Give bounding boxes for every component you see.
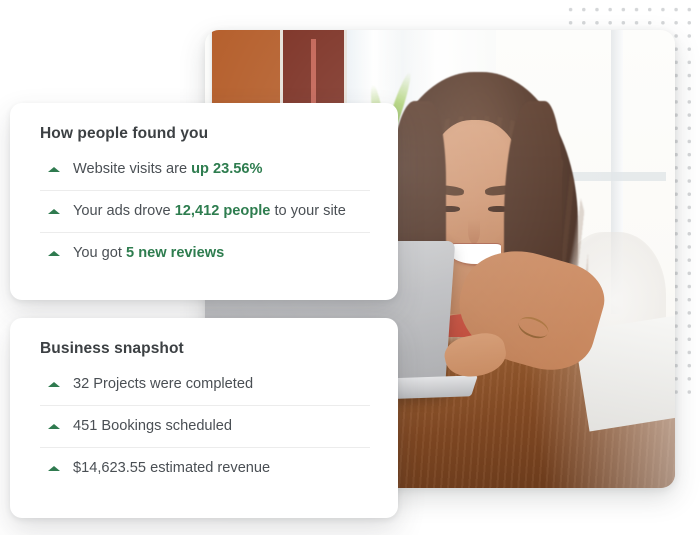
stat-row[interactable]: $14,623.55 estimated revenue — [40, 448, 370, 489]
stat-highlight: up 23.56% — [191, 161, 263, 177]
screenshot-root: How people found you Website visits are … — [0, 0, 700, 535]
card-body: Business snapshot 32 Projects were compl… — [10, 318, 398, 489]
stat-prefix: Website visits are — [73, 161, 192, 177]
stat-row[interactable]: You got 5 new reviews — [40, 233, 370, 274]
stat-prefix: Your ads drove — [73, 202, 175, 219]
card-how-people-found-you: How people found you Website visits are … — [10, 103, 398, 300]
stat-row-text: 451 Bookings scheduled — [73, 417, 232, 436]
stat-highlight: 12,412 people — [174, 202, 271, 219]
stat-row-text: $14,623.55 estimated revenue — [73, 459, 270, 478]
caret-up-icon — [48, 247, 61, 260]
stat-row[interactable]: Website visits are up 23.56% — [40, 149, 370, 191]
card-body: How people found you Website visits are … — [10, 103, 398, 274]
stat-row[interactable]: 32 Projects were completed — [40, 364, 370, 406]
stat-row-text: Website visits are up 23.56% — [73, 160, 263, 179]
card-title: How people found you — [40, 125, 209, 142]
stat-row[interactable]: 451 Bookings scheduled — [40, 406, 370, 448]
stat-prefix: 451 Bookings scheduled — [73, 417, 233, 434]
stat-prefix: You got — [73, 244, 127, 261]
card-business-snapshot: Business snapshot 32 Projects were compl… — [10, 318, 398, 518]
stat-row-text: 32 Projects were completed — [73, 375, 253, 394]
stat-highlight: 5 new reviews — [126, 244, 225, 261]
stat-row-text: You got 5 new reviews — [73, 244, 224, 263]
card-title: Business snapshot — [40, 340, 184, 357]
stat-row-list: Website visits are up 23.56% Your ads dr… — [40, 149, 370, 274]
stat-row-text: Your ads drove 12,412 people to your sit… — [73, 202, 346, 221]
caret-up-icon — [48, 420, 61, 433]
stat-prefix: 32 Projects were completed — [73, 376, 254, 392]
stat-row[interactable]: Your ads drove 12,412 people to your sit… — [40, 191, 370, 233]
stat-prefix: $14,623.55 estimated revenue — [73, 459, 271, 476]
caret-up-icon — [48, 205, 61, 218]
caret-up-icon — [48, 378, 61, 391]
stat-suffix: to your site — [270, 202, 346, 219]
caret-up-icon — [48, 163, 61, 176]
caret-up-icon — [48, 462, 61, 475]
stat-row-list: 32 Projects were completed 451 Bookings … — [40, 364, 370, 489]
